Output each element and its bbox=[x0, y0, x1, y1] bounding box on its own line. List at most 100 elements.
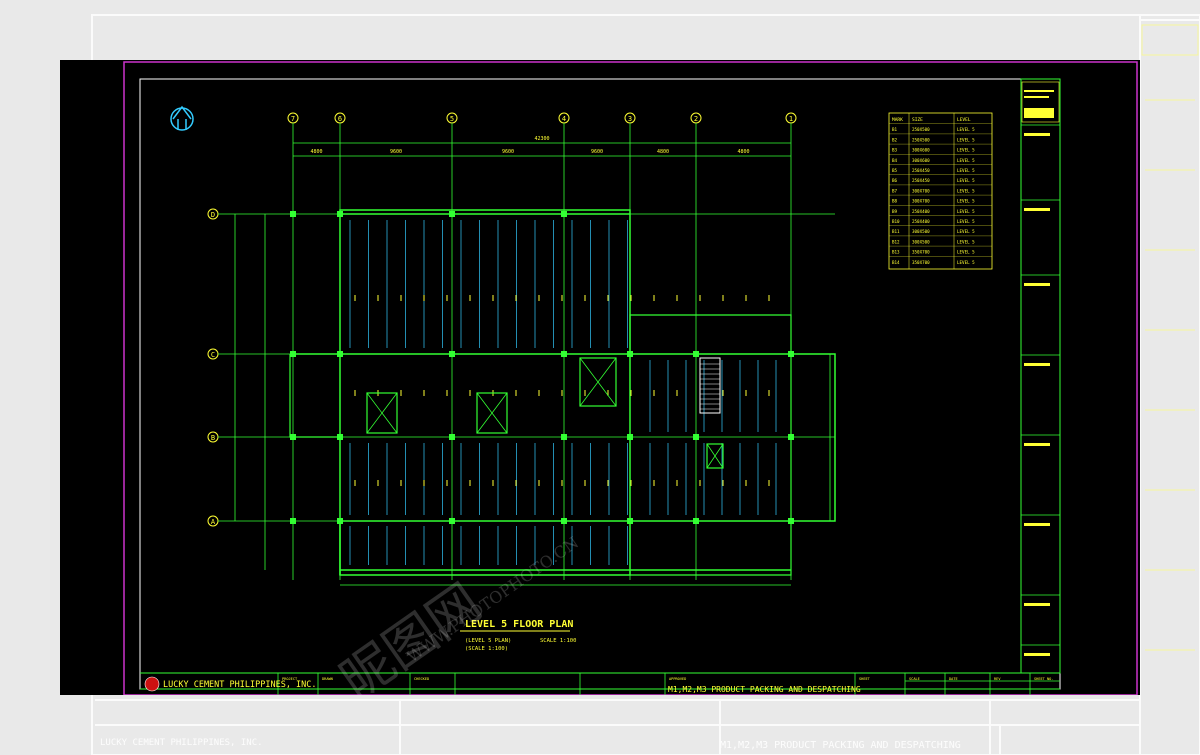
structural-column bbox=[337, 518, 343, 524]
structural-column bbox=[290, 518, 296, 524]
legend-cell: 300X500 bbox=[912, 239, 930, 244]
company-name: LUCKY CEMENT PHILIPPINES, INC. bbox=[163, 680, 317, 690]
structural-column bbox=[561, 518, 567, 524]
legend-cell: LEVEL 5 bbox=[957, 127, 975, 132]
legend-cell: B6 bbox=[892, 178, 898, 183]
ghost-company: LUCKY CEMENT PHILIPPINES, INC. bbox=[100, 738, 263, 748]
legend-cell: 300X600 bbox=[912, 148, 930, 153]
legend-frame bbox=[888, 112, 993, 270]
legend-cell: LEVEL 5 bbox=[957, 229, 975, 234]
dim-bay: 4800 bbox=[310, 149, 322, 155]
legend-header: SIZE bbox=[912, 117, 923, 123]
legend-cell: 300X700 bbox=[912, 188, 930, 193]
company-logo-icon bbox=[144, 676, 160, 692]
structural-column bbox=[449, 518, 455, 524]
logo-text-bar bbox=[1024, 90, 1054, 92]
structural-column bbox=[788, 351, 794, 357]
legend-cell: B11 bbox=[892, 229, 900, 234]
legend-cell: LEVEL 5 bbox=[957, 209, 975, 214]
title-block-label: DATE bbox=[949, 677, 958, 681]
structural-column bbox=[693, 351, 699, 357]
plan-subtitle-2: (SCALE 1:100) bbox=[465, 646, 508, 652]
title-column-text-bar bbox=[1024, 283, 1050, 286]
legend-cell: LEVEL 5 bbox=[957, 219, 975, 224]
title-block-label: SHEET NO. bbox=[1034, 677, 1053, 681]
grid-label-col: 2 bbox=[694, 115, 698, 123]
grid-label-row: B bbox=[211, 434, 215, 442]
dim-bay: 9600 bbox=[502, 149, 514, 155]
beam-schedule-table: MARK SIZE LEVEL B1 250X500 LEVEL 5 B2 250X500 LE… bbox=[888, 112, 993, 270]
legend-cell: B14 bbox=[892, 260, 900, 265]
legend-header: LEVEL bbox=[957, 117, 971, 123]
structural-column bbox=[337, 434, 343, 440]
structural-column bbox=[561, 351, 567, 357]
legend-cell: 300X500 bbox=[912, 229, 930, 234]
legend-cell: LEVEL 5 bbox=[957, 188, 975, 193]
structural-column bbox=[627, 518, 633, 524]
title-column-text-bar bbox=[1024, 363, 1050, 366]
cad-drawing-sheet: 7 6 5 4 3 2 1 D C B A 42300 4800 9600 9600 9600 4800 4800… bbox=[60, 60, 1140, 695]
legend-cell: B1 bbox=[892, 127, 898, 132]
legend-cell: 250X400 bbox=[912, 219, 930, 224]
title-column-text-bar bbox=[1024, 443, 1050, 446]
title-block-label: PROJECT bbox=[282, 677, 298, 681]
structural-column bbox=[788, 518, 794, 524]
structural-column bbox=[627, 351, 633, 357]
title-column-text-bar bbox=[1024, 133, 1050, 136]
title-block-label: APPROVED bbox=[669, 677, 686, 681]
legend-cell: B8 bbox=[892, 199, 898, 204]
title-block-label: DRAWN bbox=[322, 677, 333, 681]
grid-label-row: D bbox=[211, 211, 215, 219]
legend-cell: LEVEL 5 bbox=[957, 137, 975, 142]
grid-label-col: 1 bbox=[789, 115, 793, 123]
title-block-label: CHECKED bbox=[414, 677, 429, 681]
dim-bay: 9600 bbox=[591, 149, 603, 155]
legend-cell: B12 bbox=[892, 239, 900, 244]
plan-scale: SCALE 1:100 bbox=[540, 638, 576, 644]
title-block-label: REV bbox=[994, 677, 1001, 681]
title-block-label: SCALE bbox=[909, 677, 920, 681]
structural-column bbox=[788, 434, 794, 440]
legend-cell: LEVEL 5 bbox=[957, 148, 975, 153]
grid-label-row: A bbox=[211, 518, 216, 526]
legend-cell: B2 bbox=[892, 137, 898, 142]
legend-cell: B7 bbox=[892, 188, 898, 193]
title-block-label: SHEET bbox=[859, 677, 871, 681]
floor-plan: 7 6 5 4 3 2 1 D C B A 42300 4800 9600 9600 9600 4800 4800 bbox=[207, 112, 836, 586]
structural-column bbox=[337, 211, 343, 217]
legend-cell: LEVEL 5 bbox=[957, 239, 975, 244]
legend-cell: 250X450 bbox=[912, 178, 930, 183]
title-column-text-bar bbox=[1024, 603, 1050, 606]
legend-cell: B13 bbox=[892, 250, 900, 255]
logo-text-bar bbox=[1024, 96, 1049, 98]
logo-highlight bbox=[1024, 108, 1054, 118]
plan-title: LEVEL 5 FLOOR PLAN bbox=[465, 619, 573, 630]
legend-cell: 350X700 bbox=[912, 250, 930, 255]
structural-column bbox=[449, 211, 455, 217]
legend-cell: 250X500 bbox=[912, 137, 930, 142]
title-column bbox=[1020, 78, 1061, 674]
legend-cell: LEVEL 5 bbox=[957, 168, 975, 173]
structural-column bbox=[449, 434, 455, 440]
svg-text:M1,M2,M3 PRODUCT PACKING AND D: M1,M2,M3 PRODUCT PACKING AND DESPATCHING bbox=[720, 740, 961, 751]
grid-label-row: C bbox=[211, 351, 215, 359]
legend-cell: 300X600 bbox=[912, 158, 930, 163]
legend-cell: B5 bbox=[892, 168, 898, 173]
stair bbox=[699, 357, 721, 414]
floor-opening-cross bbox=[579, 357, 617, 407]
legend-cell: 350X700 bbox=[912, 260, 930, 265]
structural-column bbox=[693, 518, 699, 524]
legend-cell: B3 bbox=[892, 148, 898, 153]
structural-column bbox=[449, 351, 455, 357]
floor-plan-canvas: 7 6 5 4 3 2 1 D C B A 42300 4800 9600 9600 9600 4800 4800… bbox=[123, 61, 1138, 695]
structural-column bbox=[693, 434, 699, 440]
legend-cell: LEVEL 5 bbox=[957, 178, 975, 183]
legend-cell: LEVEL 5 bbox=[957, 158, 975, 163]
structural-column bbox=[337, 351, 343, 357]
slab-left-bay bbox=[289, 354, 340, 438]
floor-opening-cross bbox=[706, 443, 724, 469]
project-name: M1,M2,M3 PRODUCT PACKING AND DESPATCHING bbox=[668, 685, 861, 694]
legend-cell: B4 bbox=[892, 158, 898, 163]
title-block: LUCKY CEMENT PHILIPPINES, INC. M1,M2,M3 … bbox=[140, 672, 1060, 695]
legend-cell: 300X700 bbox=[912, 199, 930, 204]
